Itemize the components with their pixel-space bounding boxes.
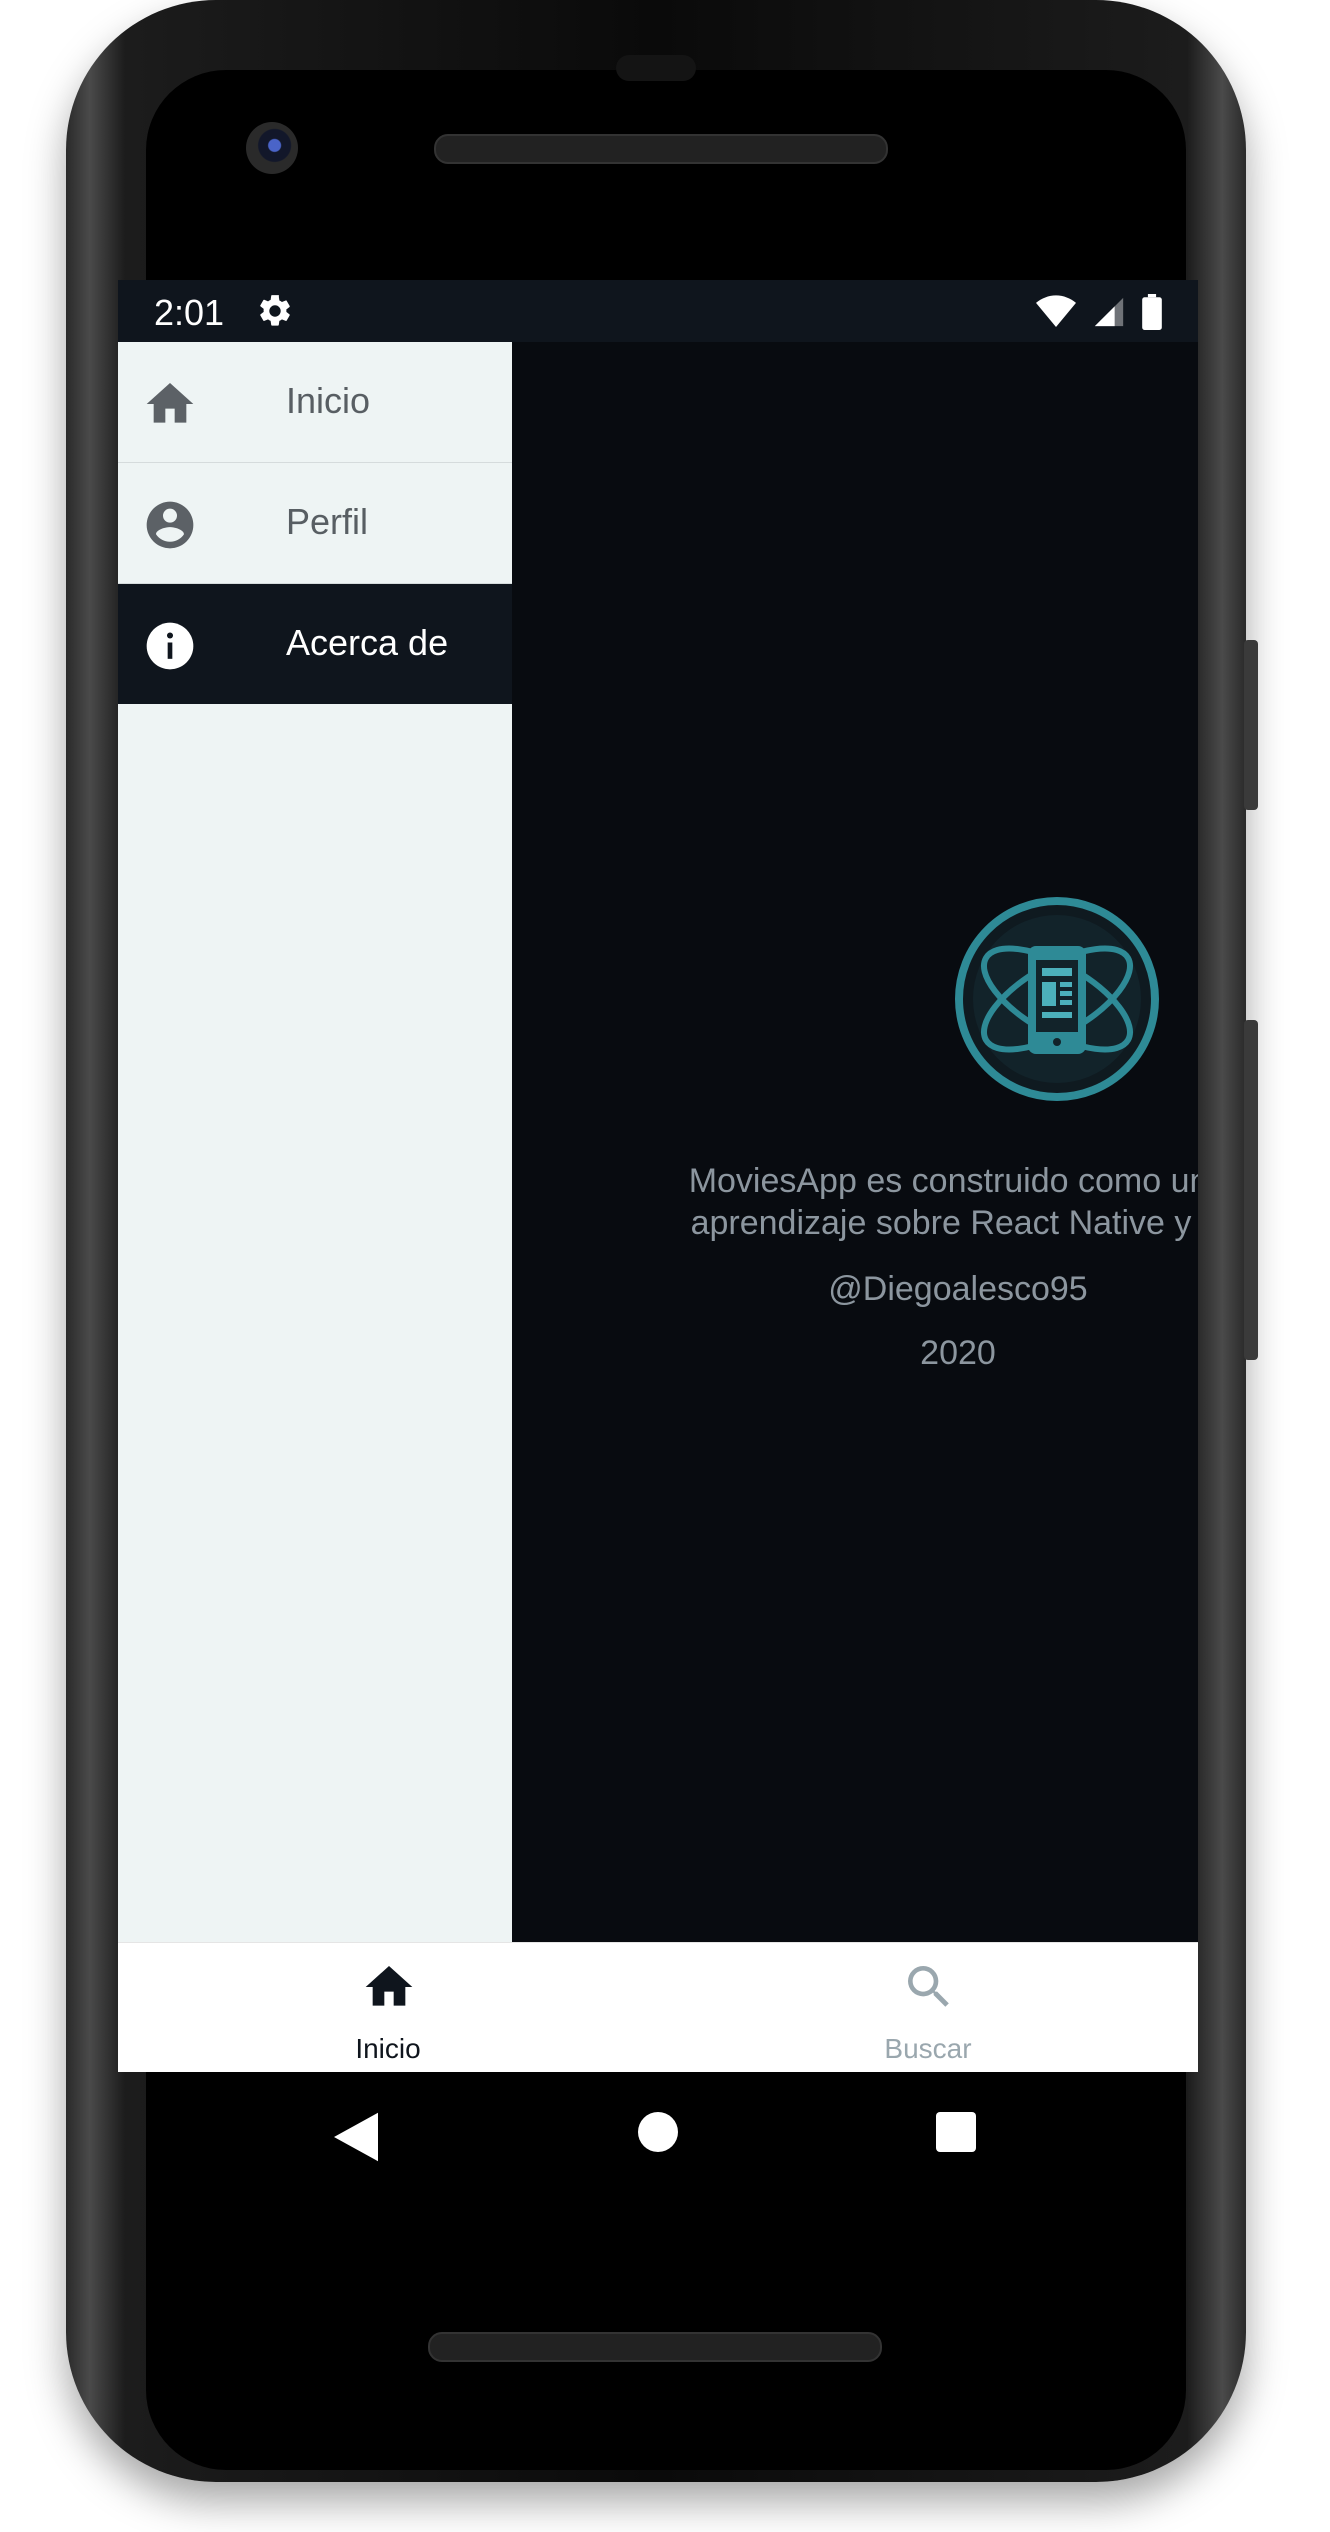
screen: 2:01 MoviesApp es construido como una ap… bbox=[118, 280, 1198, 2072]
tab-buscar[interactable]: Buscar bbox=[658, 1943, 1198, 2072]
drawer-item-acerca-de[interactable]: Acerca de bbox=[118, 584, 512, 704]
front-camera bbox=[246, 122, 298, 174]
home-circle-icon[interactable] bbox=[638, 2112, 678, 2152]
bottom-tab-bar: Inicio Buscar bbox=[118, 1942, 1198, 2072]
navigation-drawer: Inicio Perfil Acerca de bbox=[118, 342, 512, 1942]
tab-label: Buscar bbox=[884, 2033, 972, 2064]
screenshot-stage: 2:01 MoviesApp es construido como una ap… bbox=[0, 0, 1330, 2532]
about-year: 2020 bbox=[920, 1334, 996, 1372]
drawer-item-inicio[interactable]: Inicio bbox=[118, 342, 512, 463]
drawer-item-perfil[interactable]: Perfil bbox=[118, 463, 512, 584]
about-description-line1: MoviesApp es construido como una bbox=[688, 1162, 1198, 1200]
front-sensor bbox=[616, 55, 696, 81]
app-logo bbox=[955, 897, 1159, 1101]
battery-icon bbox=[1142, 294, 1162, 330]
bottom-speaker bbox=[428, 2332, 882, 2362]
search-icon bbox=[908, 1966, 949, 2007]
system-navigation-bar bbox=[118, 2072, 1198, 2202]
signal-icon bbox=[1094, 297, 1124, 327]
about-author: @Diegoalesco95 bbox=[828, 1270, 1088, 1308]
status-time: 2:01 bbox=[154, 292, 225, 333]
top-speaker bbox=[434, 134, 888, 164]
power-button bbox=[1244, 640, 1258, 810]
status-bar: 2:01 bbox=[118, 280, 1198, 342]
home-icon bbox=[146, 383, 194, 423]
info-icon bbox=[146, 622, 194, 670]
account-circle-icon bbox=[146, 501, 194, 549]
wifi-icon bbox=[1036, 295, 1076, 327]
tab-label: Inicio bbox=[355, 2033, 421, 2064]
back-icon[interactable] bbox=[334, 2112, 378, 2162]
recents-icon[interactable] bbox=[936, 2112, 976, 2152]
tab-inicio[interactable]: Inicio bbox=[118, 1943, 658, 2072]
drawer-item-label: Perfil bbox=[286, 501, 369, 542]
drawer-item-label: Acerca de bbox=[286, 622, 449, 663]
volume-button bbox=[1244, 1020, 1258, 1360]
status-icons bbox=[1036, 294, 1162, 330]
gear-icon bbox=[260, 295, 290, 326]
drawer-item-label: Inicio bbox=[286, 380, 371, 421]
about-description-line2: aprendizaje sobre React Native y R bbox=[690, 1204, 1198, 1242]
home-icon bbox=[365, 1966, 413, 2006]
